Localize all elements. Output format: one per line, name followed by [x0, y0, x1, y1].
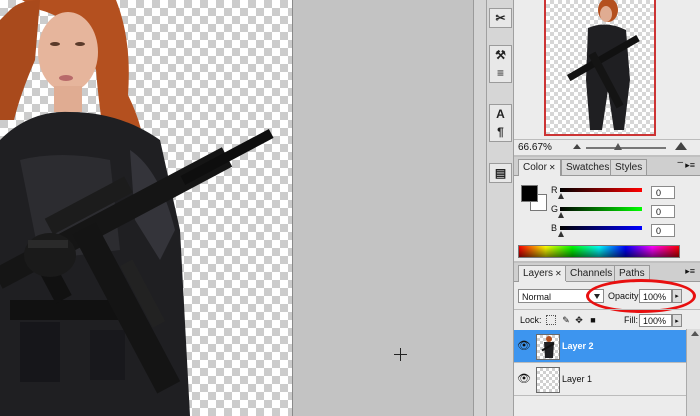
zoom-out-icon[interactable]: [573, 144, 581, 149]
opacity-highlight-annotation: [586, 279, 696, 313]
lock-label: Lock:: [520, 315, 542, 325]
layer-name[interactable]: Layer 1: [562, 374, 592, 384]
type-tool-icon[interactable]: A: [490, 105, 511, 123]
tool-group-1: ✂: [489, 8, 512, 28]
close-icon[interactable]: ✕: [555, 269, 562, 278]
tab-color[interactable]: Color ✕: [518, 159, 561, 176]
fill-label: Fill:: [624, 315, 638, 325]
panel-menu-icon[interactable]: ▸≡: [685, 266, 695, 277]
tool-group-3: A ¶: [489, 104, 512, 142]
color-panel: Color ✕ Swatches Styles – ▸≡ R 0 G 0 B 0: [513, 157, 700, 261]
green-value-field[interactable]: 0: [651, 205, 675, 218]
scissors-tool-icon[interactable]: ✂: [490, 9, 511, 27]
close-icon[interactable]: ✕: [549, 163, 556, 172]
navigator-preview-image: [566, 0, 640, 131]
scroll-up-icon[interactable]: [691, 331, 699, 336]
red-value-field[interactable]: 0: [651, 186, 675, 199]
zoom-slider-thumb[interactable]: [614, 143, 622, 150]
layer-row-layer-1[interactable]: 👁 Layer 1: [514, 363, 686, 396]
layer-name[interactable]: Layer 2: [562, 341, 594, 351]
pasteboard[interactable]: [293, 0, 473, 416]
tab-styles[interactable]: Styles: [610, 159, 648, 175]
green-slider-thumb[interactable]: [558, 212, 564, 218]
fill-input[interactable]: 100%: [639, 314, 672, 327]
green-channel-label: G: [551, 204, 559, 214]
zoom-slider[interactable]: [586, 147, 666, 149]
blue-channel-slider[interactable]: [560, 226, 642, 230]
panel-menu-icon[interactable]: ▸≡: [685, 160, 695, 171]
crosshair-icon: [394, 348, 407, 361]
color-spectrum-ramp[interactable]: [518, 245, 680, 258]
color-tab-strip: Color ✕ Swatches Styles – ▸≡: [514, 157, 700, 176]
red-slider-thumb[interactable]: [558, 193, 564, 199]
tool-column: ✂ ⚒ ≡ A ¶ ▤: [486, 0, 514, 416]
green-channel-slider[interactable]: [560, 207, 642, 211]
minimize-icon[interactable]: –: [677, 157, 683, 168]
zoom-in-icon[interactable]: [675, 142, 687, 150]
tab-layers[interactable]: Layers ✕: [518, 265, 567, 282]
lock-all-icon[interactable]: ■: [588, 315, 598, 325]
layer-thumbnail: [536, 367, 560, 393]
fill-stepper[interactable]: ▸: [672, 314, 682, 327]
navigator-panel: 66.67%: [513, 0, 700, 155]
tool-group-4: ▤: [489, 163, 512, 183]
notes-tool-icon[interactable]: ▤: [490, 164, 511, 182]
eye-visibility-icon[interactable]: 👁: [517, 340, 531, 352]
red-channel-label: R: [551, 185, 558, 195]
foreground-color-swatch[interactable]: [521, 185, 538, 202]
lock-transparency-icon[interactable]: [546, 315, 556, 325]
layers-panel: Layers ✕ Channels Paths ▸≡ Normal Opacity…: [513, 263, 700, 416]
tab-layers-label: Layers: [523, 268, 554, 279]
navigator-zoom-row: 66.67%: [514, 139, 700, 156]
layers-scrollbar[interactable]: [686, 329, 700, 416]
layer-2-figure: [541, 336, 555, 358]
brush-tool-icon[interactable]: ⚒: [490, 46, 511, 64]
tool-group-2: ⚒ ≡: [489, 45, 512, 83]
blue-channel-label: B: [551, 223, 558, 233]
tab-channels[interactable]: Channels: [565, 265, 618, 281]
blue-value-field[interactable]: 0: [651, 224, 675, 237]
panel-dock-gutter: [473, 0, 486, 416]
layer-thumbnail: [536, 334, 560, 360]
lock-pixels-brush-icon[interactable]: ✎: [561, 315, 571, 325]
zoom-value[interactable]: 66.67%: [518, 142, 552, 153]
red-channel-slider[interactable]: [560, 188, 642, 192]
tab-color-label: Color: [523, 162, 547, 173]
blue-slider-thumb[interactable]: [558, 231, 564, 237]
lock-position-move-icon[interactable]: ✥: [574, 315, 584, 325]
navigator-thumbnail[interactable]: [544, 0, 656, 136]
document-canvas[interactable]: [0, 0, 292, 416]
paragraph-tool-icon[interactable]: ¶: [490, 123, 511, 141]
layers-tab-strip: Layers ✕ Channels Paths ▸≡: [514, 263, 700, 282]
woman-with-rifle-image: [0, 0, 274, 416]
eye-visibility-icon[interactable]: 👁: [517, 373, 531, 385]
layer-row-layer-2[interactable]: 👁 Layer 2: [514, 330, 686, 363]
tab-swatches[interactable]: Swatches: [561, 159, 615, 175]
stamp-tool-icon[interactable]: ≡: [490, 64, 511, 82]
lock-row: Lock: ✎ ✥ ■ Fill: 100% ▸: [514, 309, 700, 330]
